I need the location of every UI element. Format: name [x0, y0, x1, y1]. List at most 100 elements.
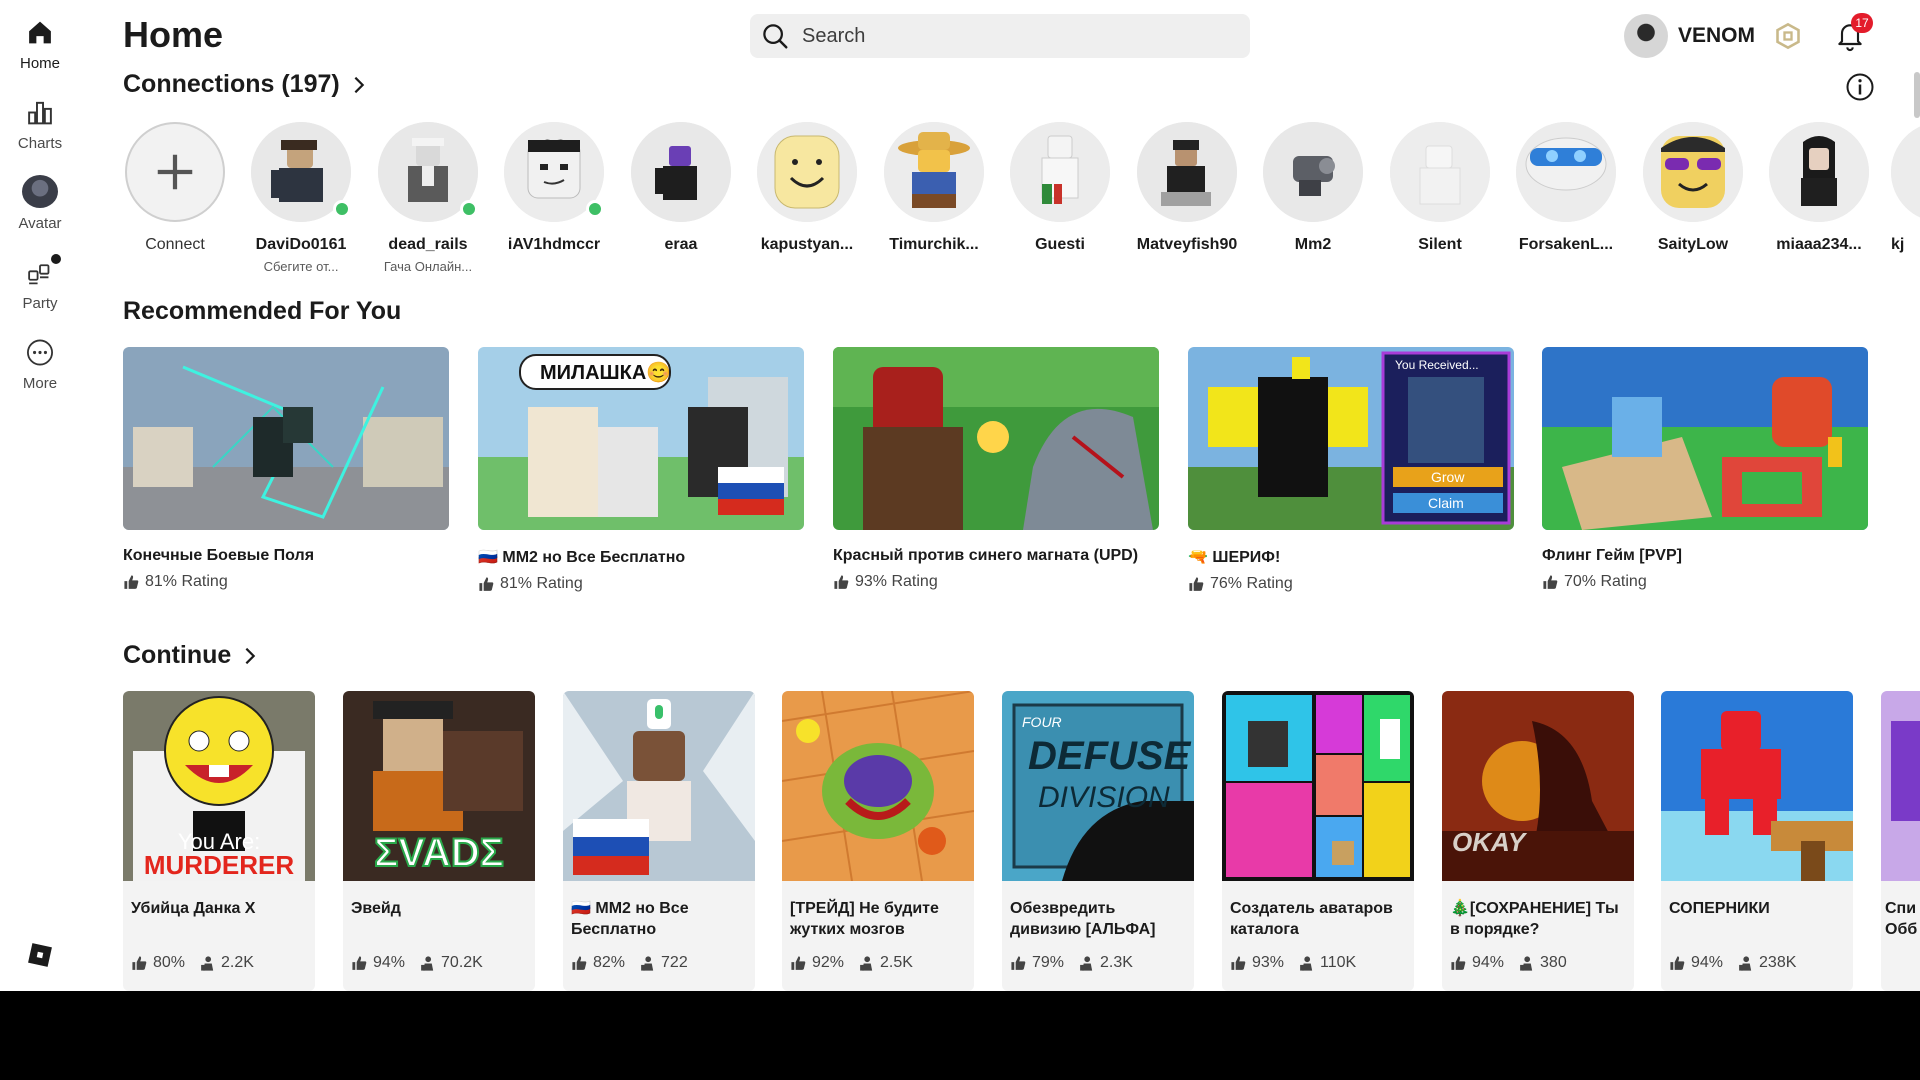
friend-item[interactable]: kj [1891, 122, 1920, 254]
player-count-icon [860, 955, 873, 971]
friend-name: kapustyan... [760, 236, 854, 253]
game-title: [ТРЕЙД] Не будите жутких мозгов [790, 900, 939, 938]
sidebar-item-charts[interactable]: Charts [0, 80, 80, 152]
friend-item[interactable]: SaityLow [1638, 122, 1748, 254]
game-stats: 93% 110K [1222, 954, 1414, 972]
game-title: Убийца Данка X [131, 900, 256, 917]
roblox-logo-icon[interactable] [27, 942, 53, 968]
game-stats: 80% 2.2K [123, 954, 315, 972]
friend-item[interactable]: Matveyfish90 [1132, 122, 1242, 254]
game-title: Красный против синего магната (UPD) [833, 547, 1139, 564]
game-card[interactable]: FOUR DEFUSE DIVISION Обезвредить дивизию [… [1002, 691, 1194, 991]
game-card[interactable]: OKAY 🎄[СОХРАНЕНИЕ] Ты в порядке? 94% 380 [1442, 691, 1634, 991]
party-notification-dot [51, 254, 61, 264]
party-icon [28, 264, 50, 285]
game-card[interactable]: МИЛАШКА😊 🇷🇺 MM2 но Все Бесплатно 81% Rat… [478, 347, 804, 593]
friend-item[interactable]: Mm2 [1258, 122, 1368, 254]
game-stats: 92% 2.5K [782, 954, 974, 972]
friend-item[interactable]: eraa [626, 122, 736, 254]
game-card[interactable]: Спи Обб [1881, 691, 1920, 991]
sidebar: Home Charts Avatar Party More [0, 0, 80, 991]
game-stats: 79% 2.3K [1002, 954, 1194, 972]
sidebar-item-more[interactable]: More [0, 320, 80, 392]
username[interactable]: VENOM [1678, 24, 1755, 48]
thumbs-up-icon [1670, 955, 1685, 970]
connections-title[interactable]: Connections (197) [123, 70, 370, 99]
connect-button[interactable]: Connect [120, 122, 230, 254]
game-title: Обезвредить дивизию [АЛЬФА] [1010, 900, 1156, 938]
thumbnail-okay-text: OKAY [1452, 827, 1528, 857]
connect-label: Connect [145, 236, 205, 253]
friend-name: Guesti [1035, 236, 1085, 253]
more-icon [27, 339, 53, 366]
scrollbar-thumb[interactable] [1914, 72, 1920, 118]
game-card[interactable]: Флинг Гейм [PVP] 70% Rating [1542, 347, 1868, 591]
player-count-icon [1739, 955, 1752, 971]
friend-item[interactable]: dead_rails Гача Онлайн... [373, 122, 483, 274]
friend-avatar [1516, 122, 1616, 222]
game-card[interactable]: ΣVADΣ Эвейд 94% 70.2K [343, 691, 535, 991]
game-title: 🔫 ШЕРИФ! [1188, 549, 1281, 566]
search-icon [763, 24, 788, 49]
friend-item[interactable]: DaviDo0161 Сбегите от... [246, 122, 356, 274]
game-card[interactable]: [ТРЕЙД] Не будите жутких мозгов 92% 2.5K [782, 691, 974, 991]
search-bar[interactable] [750, 14, 1250, 58]
game-card[interactable]: You Received... Grow Claim 🔫 ШЕРИФ! 76% Ra… [1188, 347, 1514, 593]
sidebar-item-home[interactable]: Home [0, 0, 80, 72]
friend-item[interactable]: kapustyan... [752, 122, 862, 254]
friend-name: kj [1891, 236, 1905, 253]
robux-icon[interactable] [1774, 22, 1802, 50]
friend-name: dead_rails [388, 236, 468, 253]
friend-avatar [884, 122, 984, 222]
game-rating: 70% Rating [1542, 573, 1868, 591]
friend-item[interactable]: miaaa234... [1764, 122, 1874, 254]
friend-item[interactable]: Guesti [1005, 122, 1115, 254]
sidebar-item-label: Avatar [18, 215, 62, 232]
friend-item[interactable]: Timurchik... [879, 122, 989, 254]
game-thumbnail: МИЛАШКА😊 [478, 347, 804, 530]
thumbs-up-icon [1011, 955, 1026, 970]
game-rating: 81% Rating [478, 575, 804, 593]
friend-avatar [251, 122, 351, 222]
friend-item[interactable]: ForsakenL... [1511, 122, 1621, 254]
friend-item[interactable]: iAV1hdmccr [499, 122, 609, 259]
game-stats: 94% 238K [1661, 954, 1853, 972]
game-thumbnail [563, 691, 755, 881]
thumbs-up-icon [352, 955, 367, 970]
search-input[interactable] [802, 24, 1222, 48]
sidebar-item-label: Charts [17, 135, 63, 152]
friend-item[interactable]: Silent [1385, 122, 1495, 254]
thumbs-up-icon [1231, 955, 1246, 970]
game-card[interactable]: Создатель аватаров каталога 93% 110K [1222, 691, 1414, 991]
game-card[interactable]: Конечные Боевые Поля 81% Rating [123, 347, 449, 591]
friend-name: miaaa234... [1776, 236, 1862, 253]
sidebar-item-party[interactable]: Party [0, 240, 80, 312]
thumbs-up-icon [479, 576, 494, 591]
game-card[interactable]: 🇷🇺 MM2 но Все Бесплатно 82% 722 [563, 691, 755, 991]
thumbnail-claim-text: Claim [1428, 495, 1464, 511]
continue-title[interactable]: Continue [123, 641, 261, 670]
online-indicator [333, 200, 351, 218]
game-thumbnail [1222, 691, 1414, 881]
chevron-right-icon [354, 76, 364, 93]
friend-avatar [1010, 122, 1110, 222]
game-card[interactable]: Красный против синего магната (UPD) 93% … [833, 347, 1159, 591]
player-count-icon [1300, 955, 1313, 971]
game-title: Эвейд [351, 900, 401, 917]
home-icon [29, 21, 51, 44]
game-stats: 94% 380 [1442, 954, 1634, 972]
game-thumbnail: You Received... Grow Claim [1188, 347, 1514, 530]
chevron-right-icon [245, 647, 256, 664]
game-card[interactable]: You Are: MURDERER Убийца Данка X 80% 2.2K [123, 691, 315, 991]
user-avatar[interactable] [1624, 14, 1668, 58]
game-thumbnail [782, 691, 974, 881]
game-title: Конечные Боевые Поля [123, 547, 315, 564]
charts-icon [28, 101, 52, 125]
user-profile[interactable]: VENOM [1624, 14, 1755, 58]
player-count-icon [421, 955, 434, 971]
sidebar-item-avatar[interactable]: Avatar [0, 160, 80, 232]
game-stats: 94% 70.2K [343, 954, 535, 972]
game-card[interactable]: СОПЕРНИКИ 94% 238K [1661, 691, 1853, 991]
game-thumbnail [1542, 347, 1868, 530]
info-icon[interactable] [1845, 72, 1875, 102]
